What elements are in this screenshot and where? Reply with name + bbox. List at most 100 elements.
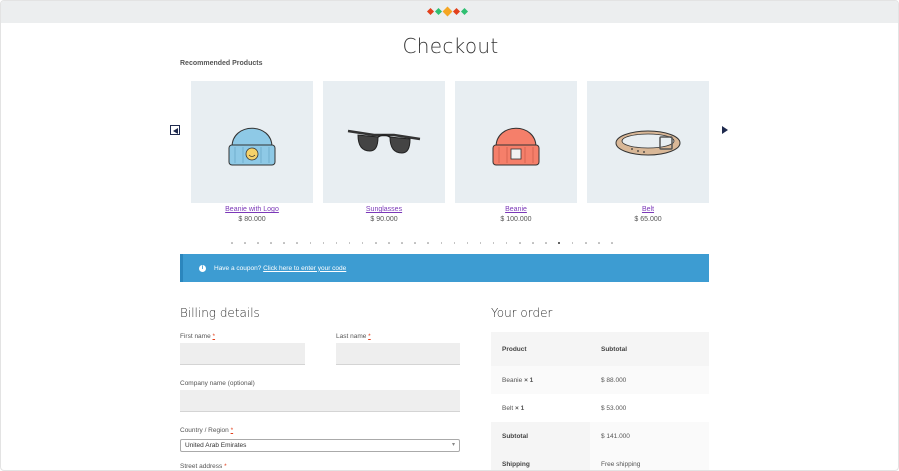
pager-dot[interactable] [505, 242, 508, 244]
pager-dot[interactable] [532, 242, 534, 244]
product-price: $ 80.000 [238, 216, 266, 223]
pager-dot[interactable] [611, 242, 613, 244]
first-name-field[interactable] [180, 343, 305, 365]
pager-dot[interactable] [335, 242, 338, 244]
product-link[interactable]: Belt [587, 206, 709, 213]
pager-dot[interactable] [270, 242, 272, 244]
product-link[interactable]: Sunglasses [323, 206, 445, 213]
pager-dot[interactable] [296, 242, 298, 244]
info-icon: i [199, 264, 206, 272]
pager-dot[interactable] [440, 242, 442, 244]
pager-dot[interactable] [453, 242, 456, 244]
order-item-subtotal: $ 88.000 [601, 376, 627, 384]
logo-dot [460, 7, 469, 16]
logo-dot [434, 7, 443, 16]
pager-dot[interactable] [519, 242, 521, 244]
product-card-beanie[interactable]: Beanie $ 100.000 [455, 81, 577, 223]
country-label: Country / Region * [180, 427, 233, 434]
company-name-label: Company name (optional) [180, 380, 255, 387]
carousel-pager[interactable] [231, 242, 613, 244]
company-name-field[interactable] [180, 390, 460, 412]
product-card-belt[interactable]: Belt $ 65.000 [587, 81, 709, 223]
pager-dot[interactable] [309, 242, 312, 244]
country-select[interactable]: United Arab Emirates ▾ [180, 439, 460, 452]
order-item-name: Belt × 1 [491, 405, 590, 412]
country-select-value: United Arab Emirates [185, 442, 247, 449]
pager-dot[interactable] [545, 242, 547, 244]
pager-dot[interactable] [322, 242, 325, 244]
order-table-header: Product Subtotal [491, 332, 709, 366]
recommended-products-title: Recommended Products [180, 60, 263, 67]
last-name-label: Last name * [336, 333, 371, 340]
first-name-label: First name * [180, 333, 215, 340]
order-item-qty: × 1 [524, 376, 534, 384]
shipping-value: Free shipping [590, 450, 709, 470]
order-subtotal-row: Subtotal $ 141.000 [491, 422, 709, 450]
coupon-text: Have a coupon? Click here to enter your … [214, 265, 346, 272]
street-address-label: Street address * [180, 463, 227, 470]
coupon-notice: i Have a coupon? Click here to enter you… [180, 254, 709, 282]
pager-dot[interactable] [388, 242, 390, 244]
first-name-label-text: First name [180, 333, 211, 340]
your-order-heading: Your order [491, 306, 553, 320]
pager-dot[interactable] [414, 242, 416, 244]
country-label-text: Country / Region [180, 427, 229, 434]
billing-details-heading: Billing details [180, 306, 260, 320]
order-item-row: Beanie × 1 $ 88.000 [491, 366, 709, 394]
pager-dot[interactable] [348, 242, 351, 244]
product-price: $ 65.000 [634, 216, 662, 223]
product-link[interactable]: Beanie with Logo [191, 206, 313, 213]
order-item-subtotal: $ 53.000 [601, 404, 627, 412]
pager-dot[interactable] [401, 242, 403, 244]
pager-dot[interactable] [466, 242, 469, 244]
required-mark: * [230, 427, 234, 434]
product-card-beanie-with-logo[interactable]: Beanie with Logo $ 80.000 [191, 81, 313, 223]
product-link[interactable]: Beanie [455, 206, 577, 213]
coupon-link[interactable]: Click here to enter your code [263, 265, 346, 272]
pager-dot[interactable] [257, 242, 259, 244]
order-shipping-row: Shipping Free shipping [491, 450, 709, 470]
order-item-qty: × 1 [515, 404, 525, 412]
carousel-prev-arrow-icon[interactable] [170, 125, 180, 135]
page-title: Checkout [402, 34, 499, 58]
required-mark: * [212, 333, 216, 340]
belt-image[interactable] [587, 81, 709, 203]
logo-dot [452, 7, 461, 16]
pager-dot[interactable] [571, 242, 574, 244]
logo-dot [426, 7, 435, 16]
pager-dot[interactable] [244, 242, 246, 244]
shipping-label: Shipping [491, 450, 590, 470]
carousel-next-arrow-icon[interactable] [721, 125, 731, 135]
column-header-subtotal: Subtotal [601, 345, 627, 353]
pager-dot[interactable] [585, 242, 587, 244]
order-item-row: Belt × 1 $ 53.000 [491, 394, 709, 422]
order-review-table: Product Subtotal Beanie × 1 $ 88.000 Bel… [491, 332, 709, 470]
pager-dot[interactable] [361, 242, 364, 244]
pager-dot[interactable] [231, 242, 233, 244]
pager-dot[interactable] [427, 242, 429, 244]
sunglasses-image[interactable] [323, 81, 445, 203]
top-bar [1, 1, 898, 23]
pager-dot[interactable] [492, 242, 495, 244]
order-item-name: Beanie × 1 [491, 377, 590, 384]
product-card-sunglasses[interactable]: Sunglasses $ 90.000 [323, 81, 445, 223]
beanie-image[interactable] [455, 81, 577, 203]
pager-dot[interactable] [375, 242, 377, 244]
checkout-page: Checkout Recommended Products Beanie wit… [0, 0, 899, 471]
pager-dot[interactable] [598, 242, 600, 244]
brand-dots-logo [426, 6, 469, 17]
pager-dot[interactable] [283, 242, 285, 244]
street-address-label-text: Street address [180, 463, 223, 470]
product-price: $ 90.000 [370, 216, 398, 223]
pager-dot[interactable] [558, 242, 561, 244]
last-name-field[interactable] [336, 343, 460, 365]
column-header-product: Product [502, 345, 527, 353]
order-item-product: Beanie [502, 376, 523, 384]
pager-dot[interactable] [479, 242, 482, 244]
order-item-product: Belt [502, 404, 514, 412]
subtotal-value: $ 141.000 [590, 422, 709, 450]
chevron-down-icon: ▾ [451, 442, 455, 448]
logo-dot [442, 6, 453, 17]
beanie-with-logo-image[interactable] [191, 81, 313, 203]
required-mark: * [224, 463, 227, 470]
